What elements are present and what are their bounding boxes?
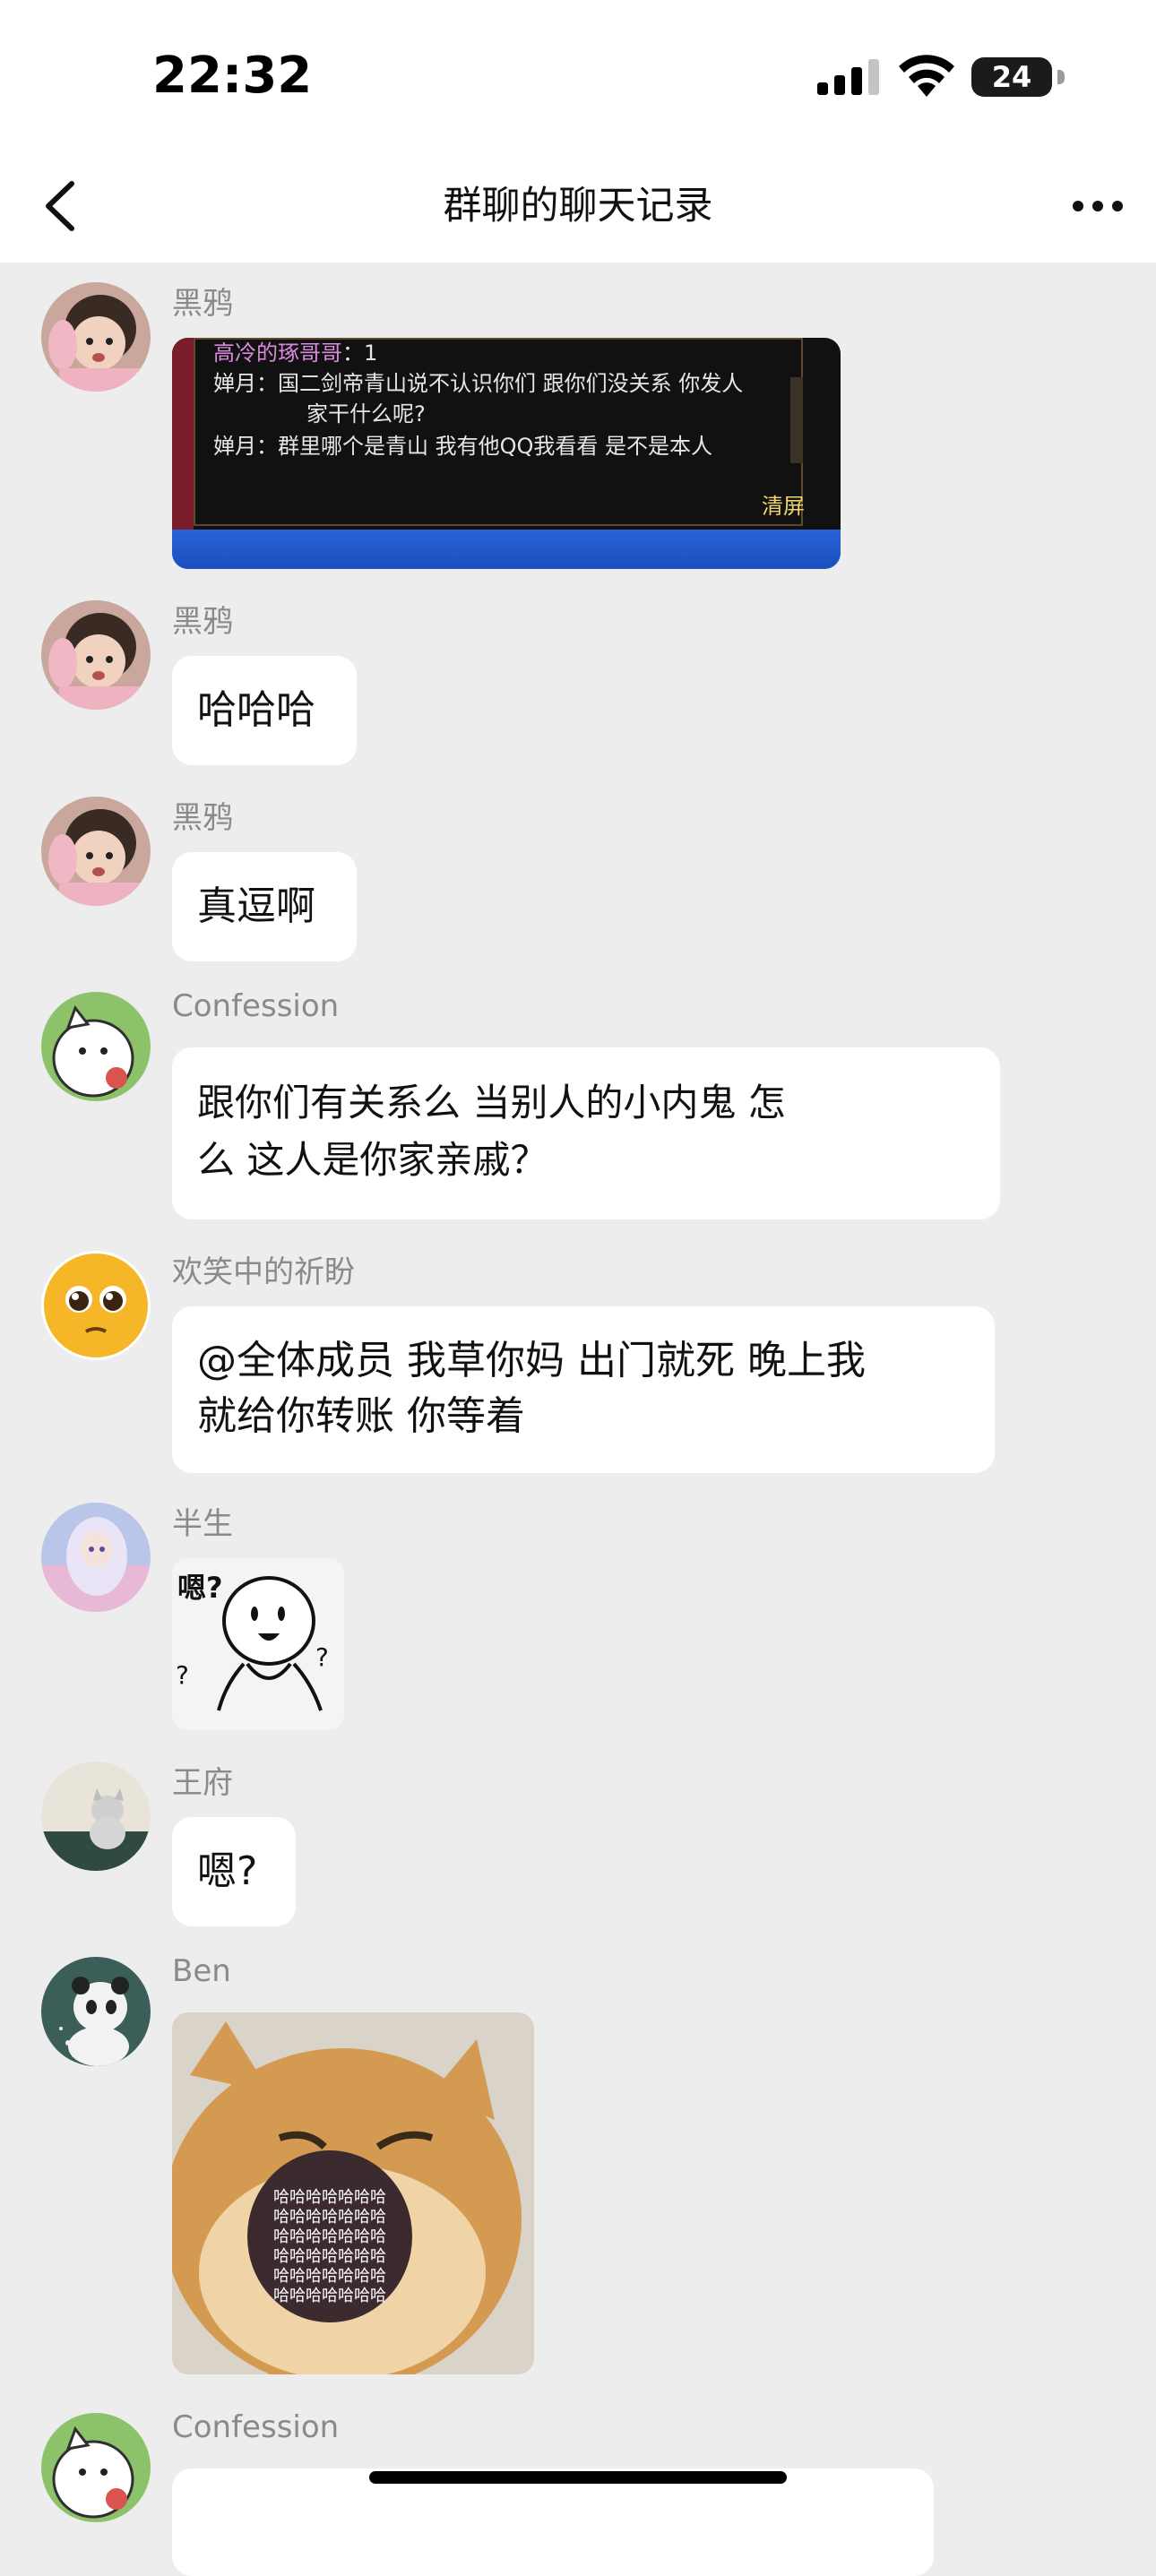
battery-cap [1057,70,1065,84]
clear-screen-label: 清屏 [762,494,805,519]
cartoon-cat-avatar-icon [41,2413,151,2522]
sticker-text: 嗯? [177,1571,223,1605]
status-bar: 22:32 24 [0,0,1156,148]
cellular-signal-icon [817,59,879,95]
avatar[interactable] [41,797,151,906]
image-message[interactable]: 高冷的琢哥哥：1 婵月：国二剑帝青山说不认识你们 跟你们没关系 你发人 家干什么… [172,338,841,569]
sticker-message[interactable]: ? ? 嗯? [172,1558,344,1730]
game-chat-line: 婵月：国二剑帝青山说不认识你们 跟你们没关系 你发人 [213,371,744,396]
game-chat-line: 婵月：群里哪个是青山 我有他QQ我看看 是不是本人 [213,434,713,459]
text-bubble[interactable]: @全体成员 我草你妈 出门就死 晚上我 就给你转账 你等着 [172,1306,995,1473]
sticker-text: 哈哈哈哈哈哈哈 哈哈哈哈哈哈哈 哈哈哈哈哈哈哈 哈哈哈哈哈哈哈 哈哈哈哈哈哈哈 … [251,2188,409,2306]
bubble-text-line: 么 这人是你家亲戚？ [197,1138,548,1182]
cartoon-cat-avatar-icon [41,992,151,1101]
game-chat-screenshot: 高冷的琢哥哥：1 婵月：国二剑帝青山说不认识你们 跟你们没关系 你发人 家干什么… [172,338,841,530]
game-player-name: 高冷的琢哥哥 [213,340,342,366]
bubble-text-line: 跟你们有关系么 当别人的小内鬼 怎 [197,1081,786,1124]
sticker-text-line: 哈哈哈哈哈哈哈 [273,2188,386,2207]
avatar[interactable] [41,600,151,710]
avatar[interactable] [41,2413,151,2522]
anime-girl-avatar-icon [41,1503,151,1612]
child-avatar-icon [41,600,151,710]
chat-list[interactable]: 黑鸦 高冷的琢哥哥：1 婵月：国二剑帝青山说不认识你们 跟你们没关系 你发人 家… [0,263,1156,2576]
text-bubble[interactable]: 跟你们有关系么 当别人的小内鬼 怎 么 这人是你家亲戚？ [172,1047,1000,1219]
svg-text:?: ? [315,1642,329,1672]
text-bubble[interactable]: 哈哈哈 [172,656,357,765]
game-chat-line: 家干什么呢? [306,401,426,426]
sender-name: 半生 [172,1506,233,1542]
status-time: 22:32 [152,47,313,105]
avatar[interactable] [41,282,151,392]
text-bubble[interactable]: 真逗啊 [172,852,357,961]
home-indicator[interactable] [369,2471,787,2484]
cat-photo-avatar-icon [41,1762,151,1871]
sticker-message[interactable]: 哈哈哈哈哈哈哈 哈哈哈哈哈哈哈 哈哈哈哈哈哈哈 哈哈哈哈哈哈哈 哈哈哈哈哈哈哈 … [172,2012,534,2374]
sticker-text-line: 哈哈哈哈哈哈哈 [273,2287,386,2305]
sender-name: 黑鸦 [172,800,233,836]
avatar[interactable] [41,992,151,1101]
sender-name: Confession [172,2409,340,2445]
sticker-text-line: 哈哈哈哈哈哈哈 [273,2247,386,2266]
sender-name: Ben [172,1953,231,1989]
sticker-text-line: 哈哈哈哈哈哈哈 [273,2267,386,2286]
more-options-icon[interactable] [1066,175,1129,237]
game-line-count: ：1 [342,340,378,366]
text-bubble[interactable]: 嗯? [172,1817,296,1926]
child-avatar-icon [41,282,151,392]
avatar[interactable] [41,1957,151,2066]
nav-bar: 群聊的聊天记录 [0,148,1156,263]
wifi-icon [899,55,954,97]
panda-avatar-icon [41,1957,151,2066]
battery-level: 24 [991,60,1032,94]
pleading-emoji-avatar-icon [41,1251,151,1360]
page-title: 群聊的聊天记录 [443,184,713,228]
child-avatar-icon [41,797,151,906]
bubble-text-line: @全体成员 我草你妈 出门就死 晚上我 [197,1338,866,1383]
svg-text:?: ? [176,1660,189,1690]
sender-name: 王府 [172,1765,233,1801]
bubble-text-line: 就给你转账 你等着 [197,1393,525,1439]
avatar[interactable] [41,1762,151,1871]
sender-name: 欢笑中的祈盼 [172,1254,355,1290]
sender-name: Confession [172,988,340,1024]
battery-icon: 24 [971,57,1052,97]
sticker-text-line: 哈哈哈哈哈哈哈 [273,2208,386,2227]
text-bubble[interactable] [172,2468,934,2576]
avatar[interactable] [41,1251,151,1360]
sender-name: 黑鸦 [172,604,233,640]
avatar[interactable] [41,1503,151,1612]
sticker-text-line: 哈哈哈哈哈哈哈 [273,2227,386,2246]
sender-name: 黑鸦 [172,286,233,322]
